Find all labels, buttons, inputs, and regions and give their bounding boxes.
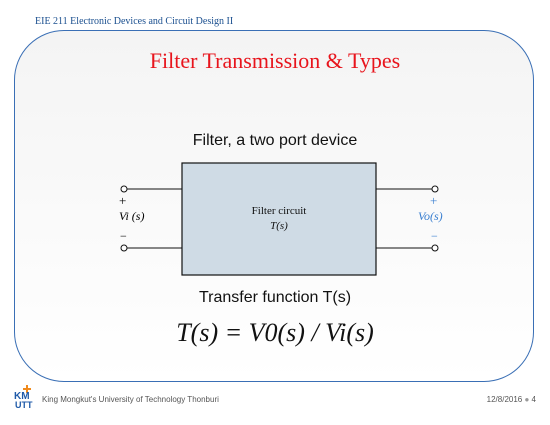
block-label: Filter circuit <box>251 205 307 217</box>
page-number: 4 <box>531 395 536 404</box>
output-minus-sign: − <box>431 229 438 243</box>
block-transfer-label: T(s) <box>270 220 288 232</box>
input-bottom-terminal <box>120 244 128 252</box>
input-top-terminal <box>120 185 128 193</box>
output-voltage-label: Vo(s) <box>418 209 443 223</box>
output-top-terminal <box>431 185 439 193</box>
output-plus-sign: + <box>430 193 438 208</box>
filter-block <box>181 162 377 276</box>
footer-date-page: 12/8/2016 ● 4 <box>487 395 536 404</box>
output-bottom-terminal <box>431 244 439 252</box>
footer-date: 12/8/2016 <box>486 395 523 404</box>
input-minus-sign: − <box>120 229 127 243</box>
svg-text:UTT: UTT <box>15 400 33 409</box>
input-voltage-label: Vi (s) <box>119 209 145 223</box>
transfer-equation: T(s) = V0(s) / Vi(s) <box>176 318 374 347</box>
bullet-icon: ● <box>524 395 532 404</box>
input-plus-sign: + <box>119 193 127 208</box>
footer-university: King Mongkut's University of Technology … <box>42 395 219 404</box>
kmutt-logo-icon: KM UTT <box>14 385 33 409</box>
slide: EIE 211 Electronic Devices and Circuit D… <box>0 0 550 425</box>
transfer-function-label: Transfer function T(s) <box>198 289 352 306</box>
